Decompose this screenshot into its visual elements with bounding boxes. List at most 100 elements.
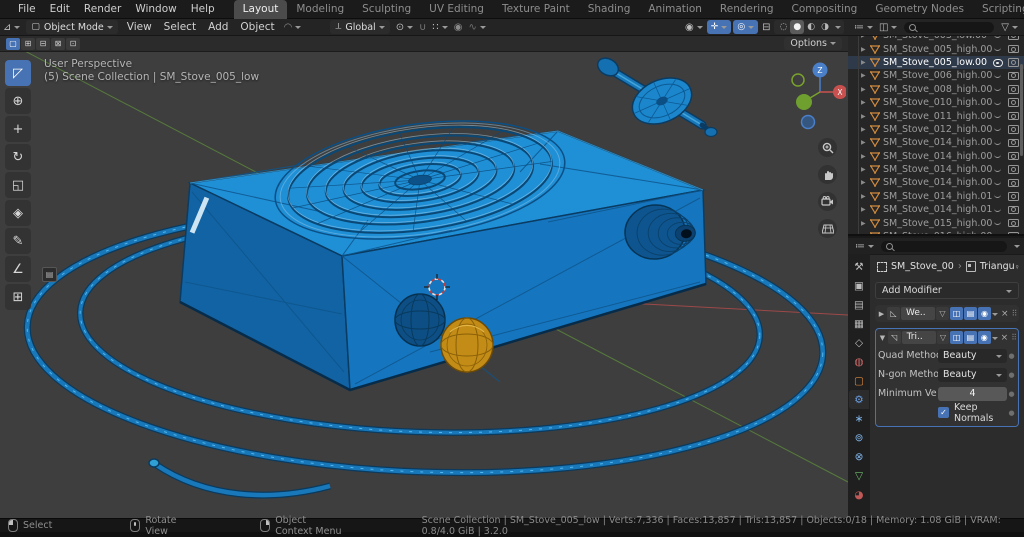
transform-pivot-icon[interactable]: ◠ bbox=[281, 22, 305, 33]
topbar-menu[interactable]: File bbox=[11, 0, 43, 18]
disable-render-icon[interactable] bbox=[1008, 139, 1019, 148]
modifier-name[interactable]: We.. bbox=[901, 307, 935, 320]
navigation-gizmo[interactable]: Z X bbox=[790, 58, 846, 130]
property-tab[interactable]: ▢ bbox=[849, 371, 869, 390]
workspace-tab[interactable]: Geometry Nodes bbox=[866, 0, 973, 19]
workspace-tab[interactable]: Texture Paint bbox=[493, 0, 579, 19]
expand-arrow-icon[interactable]: ▶ bbox=[861, 113, 869, 120]
hide-viewport-icon[interactable] bbox=[993, 126, 1002, 132]
hide-viewport-icon[interactable] bbox=[993, 220, 1002, 226]
mode-selector[interactable]: ▢ Object Mode bbox=[26, 20, 117, 34]
properties-options-dropdown[interactable] bbox=[1011, 241, 1020, 252]
object-name[interactable]: SM_Stove_014_high.00 bbox=[883, 164, 993, 175]
disable-render-icon[interactable] bbox=[1008, 219, 1019, 228]
property-tab[interactable]: ▤ bbox=[849, 295, 869, 314]
disable-render-icon[interactable] bbox=[1008, 85, 1019, 94]
shading-wireframe-icon[interactable]: ◌ bbox=[777, 20, 791, 34]
property-tab[interactable]: ◍ bbox=[849, 352, 869, 371]
tool-button[interactable]: ↻ bbox=[5, 144, 31, 170]
expand-arrow-icon[interactable]: ▶ bbox=[861, 59, 869, 66]
outliner-item[interactable]: ▶ SM_Stove_011_high.00 bbox=[848, 109, 1024, 122]
quad-method-select[interactable]: Beauty bbox=[938, 349, 1007, 363]
outliner-display-icon[interactable]: ◫ bbox=[876, 22, 900, 33]
outliner-item[interactable]: ▶ SM_Stove_005_high.00 bbox=[848, 42, 1024, 55]
delete-modifier-icon[interactable]: × bbox=[999, 333, 1011, 343]
disable-render-icon[interactable] bbox=[1008, 232, 1019, 234]
object-visibility-icon[interactable]: ◉ bbox=[682, 22, 706, 33]
hide-viewport-icon[interactable] bbox=[993, 73, 1002, 79]
expand-arrow-icon[interactable]: ▶ bbox=[861, 139, 869, 146]
outliner-search-input[interactable] bbox=[904, 22, 994, 33]
object-name[interactable]: SM_Stove_006_high.00 bbox=[883, 70, 993, 81]
3d-scene[interactable] bbox=[0, 52, 848, 518]
render-toggle[interactable]: ◉ bbox=[978, 307, 991, 320]
min-vertices-field[interactable]: 4 bbox=[938, 387, 1007, 401]
perspective-toggle-button[interactable] bbox=[818, 219, 837, 238]
edit-mode-toggle[interactable]: ◫ bbox=[950, 307, 963, 320]
collapse-modifier-icon[interactable]: ▼ bbox=[878, 334, 887, 342]
topbar-menu[interactable]: Window bbox=[128, 0, 183, 18]
expand-arrow-icon[interactable]: ▶ bbox=[861, 179, 869, 186]
select-mode-button[interactable]: ⊡ bbox=[66, 38, 80, 50]
outliner-item[interactable]: ▶ SM_Stove_014_high.00 bbox=[848, 150, 1024, 163]
property-tab[interactable]: ▽ bbox=[849, 466, 869, 485]
disable-render-icon[interactable] bbox=[1008, 125, 1019, 134]
delete-modifier-icon[interactable]: × bbox=[999, 309, 1011, 319]
modifier-extras-dropdown[interactable] bbox=[992, 313, 998, 319]
collapsed-operator-panel-icon[interactable]: ▤ bbox=[42, 267, 57, 282]
expand-arrow-icon[interactable]: ▶ bbox=[861, 126, 869, 133]
disable-render-icon[interactable] bbox=[1008, 192, 1019, 201]
snap-with-icon[interactable]: ∷ bbox=[429, 22, 450, 33]
expand-arrow-icon[interactable]: ▶ bbox=[861, 193, 869, 200]
property-tab[interactable]: ▦ bbox=[849, 314, 869, 333]
object-name[interactable]: SM_Stove_014_high.00 bbox=[883, 151, 993, 162]
disable-render-icon[interactable] bbox=[1008, 72, 1019, 81]
workspace-tab[interactable]: Modeling bbox=[287, 0, 353, 19]
topbar-menu[interactable]: Render bbox=[77, 0, 128, 18]
transform-orientation[interactable]: ⟂ Global bbox=[330, 20, 389, 34]
workspace-tab[interactable]: UV Editing bbox=[420, 0, 493, 19]
disable-render-icon[interactable] bbox=[1008, 112, 1019, 121]
outliner-item[interactable]: ▶ SM_Stove_005_low.00 bbox=[848, 56, 1024, 69]
realtime-toggle[interactable]: ▤ bbox=[964, 331, 977, 344]
magnet-icon[interactable]: ∪ bbox=[416, 22, 429, 33]
drag-handle-icon[interactable]: ⠿ bbox=[1012, 309, 1017, 318]
gizmo-neg-x-axis[interactable] bbox=[792, 74, 804, 86]
tool-button[interactable]: ∠ bbox=[5, 256, 31, 282]
viewport-menu[interactable]: Object bbox=[234, 21, 280, 33]
outliner-item[interactable]: ▶ SM_Stove_008_high.00 bbox=[848, 83, 1024, 96]
gizmo-y-axis[interactable] bbox=[796, 94, 812, 110]
breadcrumb-modifier[interactable]: Triangu bbox=[980, 261, 1015, 272]
expand-arrow-icon[interactable]: ▶ bbox=[861, 46, 869, 53]
outliner-item[interactable]: ▶ SM_Stove_006_high.00 bbox=[848, 69, 1024, 82]
hide-viewport-icon[interactable] bbox=[993, 46, 1002, 52]
select-mode-button[interactable]: ⊠ bbox=[51, 38, 65, 50]
keep-normals-checkbox[interactable]: ✓ bbox=[938, 407, 949, 418]
object-name[interactable]: SM_Stove_005_high.00 bbox=[883, 44, 993, 55]
expand-arrow-icon[interactable]: ▶ bbox=[861, 36, 869, 39]
modifier-name[interactable]: Tri.. bbox=[902, 331, 936, 344]
disable-render-icon[interactable] bbox=[1008, 36, 1019, 40]
outliner-type-icon[interactable]: ≔ bbox=[851, 22, 876, 33]
hide-viewport-icon[interactable] bbox=[993, 193, 1002, 199]
workspace-tab[interactable]: Sculpting bbox=[353, 0, 420, 19]
object-name[interactable]: SM_Stove_008_high.00 bbox=[883, 84, 993, 95]
tool-button[interactable]: ✎ bbox=[5, 228, 31, 254]
property-tab[interactable]: ⊚ bbox=[849, 428, 869, 447]
outliner-item[interactable]: ▶ SM_Stove_016_high.00 bbox=[848, 230, 1024, 234]
drag-handle-icon[interactable]: ⠿ bbox=[1011, 333, 1016, 342]
tool-button[interactable]: ⊞ bbox=[5, 284, 31, 310]
hide-viewport-icon[interactable] bbox=[993, 140, 1002, 146]
on-cage-toggle[interactable]: ▽ bbox=[937, 331, 950, 344]
ngon-method-select[interactable]: Beauty bbox=[938, 368, 1007, 382]
disable-render-icon[interactable] bbox=[1008, 206, 1019, 215]
property-tab[interactable]: ∗ bbox=[849, 409, 869, 428]
animate-decorator[interactable]: ● bbox=[1007, 390, 1016, 398]
outliner-item[interactable]: ▶ SM_Stove_014_high.00 bbox=[848, 176, 1024, 189]
topbar-menu[interactable]: Edit bbox=[43, 0, 77, 18]
hide-viewport-icon[interactable] bbox=[993, 167, 1002, 173]
object-name[interactable]: SM_Stove_011_high.00 bbox=[883, 111, 993, 122]
expand-arrow-icon[interactable]: ▶ bbox=[861, 86, 869, 93]
render-toggle[interactable]: ◉ bbox=[978, 331, 991, 344]
property-tab[interactable]: ⚒ bbox=[849, 257, 869, 276]
